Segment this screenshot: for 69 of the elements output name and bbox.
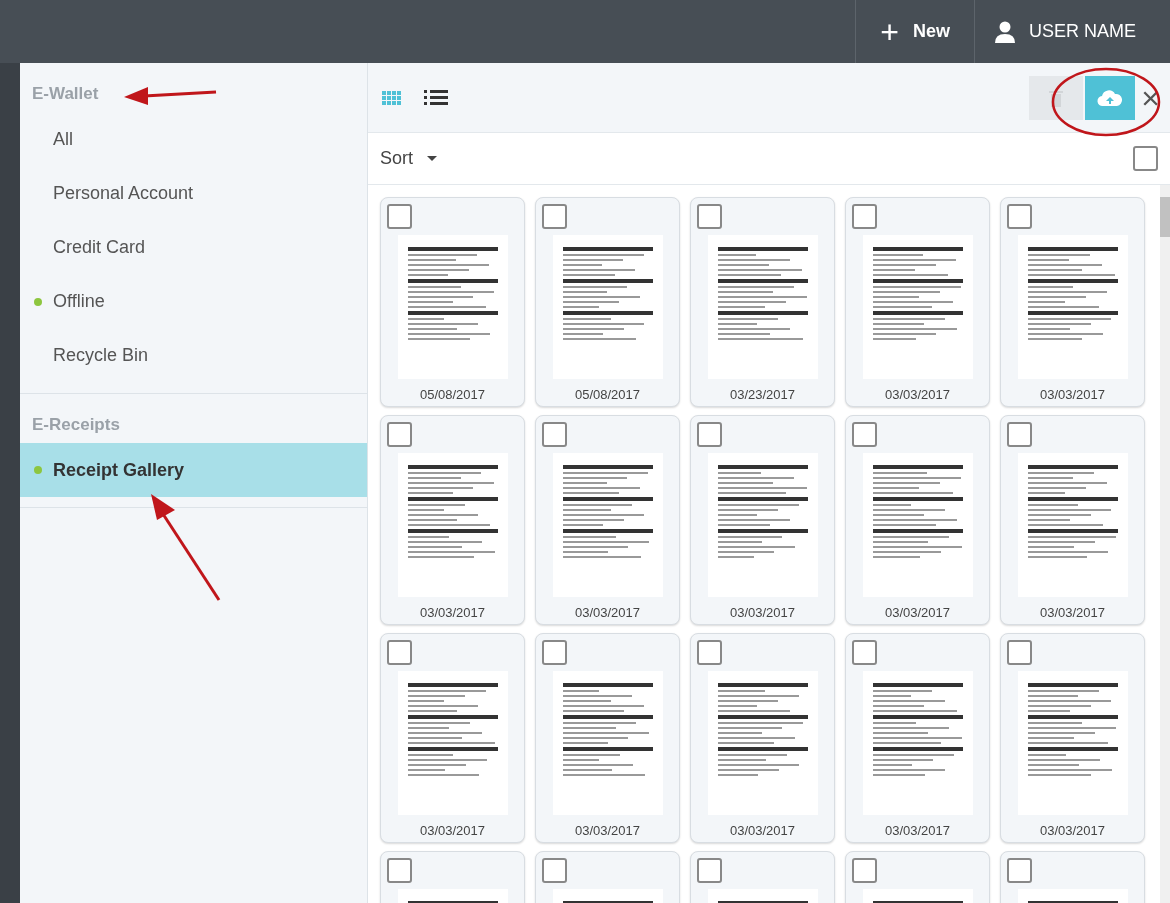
receipt-card[interactable]: 05/08/2017 [535, 197, 680, 407]
receipt-card[interactable]: 03/03/2017 [845, 197, 990, 407]
receipt-card[interactable]: 03/03/2017 [1000, 415, 1145, 625]
receipt-card[interactable]: 05/08/2017 [380, 197, 525, 407]
receipt-date: 03/23/2017 [729, 386, 796, 404]
receipt-checkbox[interactable] [852, 640, 877, 665]
receipt-date: 03/03/2017 [574, 604, 641, 622]
receipt-date: 03/03/2017 [1039, 604, 1106, 622]
receipt-date: 03/03/2017 [419, 822, 486, 840]
receipt-checkbox[interactable] [697, 204, 722, 229]
receipt-card[interactable]: 03/03/2017 [380, 633, 525, 843]
receipt-card[interactable]: 03/03/2017 [1000, 197, 1145, 407]
receipt-checkbox[interactable] [1007, 204, 1032, 229]
receipt-checkbox[interactable] [387, 858, 412, 883]
receipt-date: 03/03/2017 [884, 386, 951, 404]
receipt-date: 03/03/2017 [1039, 386, 1106, 404]
receipt-card[interactable]: 03/03/2017 [380, 415, 525, 625]
receipt-date: 03/03/2017 [884, 822, 951, 840]
plus-icon: + [880, 7, 899, 56]
scrollbar[interactable] [1160, 185, 1170, 903]
trash-icon [1048, 88, 1065, 107]
sidebar-item[interactable]: Recycle Bin [20, 328, 367, 383]
receipt-date: 05/08/2017 [574, 386, 641, 404]
receipt-checkbox[interactable] [1007, 858, 1032, 883]
section-title: E-Receipts [31, 413, 121, 436]
receipt-date: 03/03/2017 [1039, 822, 1106, 840]
receipt-card[interactable]: 03/03/2017 [690, 633, 835, 843]
receipt-checkbox[interactable] [697, 422, 722, 447]
receipt-card[interactable]: 03/03/2017 [690, 415, 835, 625]
receipt-card[interactable]: 03/03/2017 [535, 415, 680, 625]
receipt-checkbox[interactable] [852, 422, 877, 447]
close-button[interactable]: × [1135, 81, 1160, 114]
receipt-card[interactable]: 03/03/2017 [1000, 633, 1145, 843]
receipt-checkbox[interactable] [852, 858, 877, 883]
receipt-checkbox[interactable] [697, 640, 722, 665]
receipt-checkbox[interactable] [697, 858, 722, 883]
receipt-card[interactable]: 03/03/2017 [535, 633, 680, 843]
receipt-checkbox[interactable] [387, 640, 412, 665]
receipt-card[interactable]: 03/23/2017 [690, 197, 835, 407]
sidebar-item[interactable]: Personal Account [20, 166, 367, 221]
receipt-date: 03/03/2017 [729, 604, 796, 622]
receipt-date: 03/03/2017 [574, 822, 641, 840]
receipt-checkbox[interactable] [542, 858, 567, 883]
user-icon [995, 20, 1015, 43]
receipt-checkbox[interactable] [542, 422, 567, 447]
sort-dropdown[interactable]: Sort [380, 145, 437, 172]
list-icon [424, 90, 448, 105]
receipt-checkbox[interactable] [542, 640, 567, 665]
receipt-checkbox[interactable] [1007, 422, 1032, 447]
receipt-card[interactable]: 03/03/2017 [845, 415, 990, 625]
receipt-checkbox[interactable] [1007, 640, 1032, 665]
receipt-card[interactable]: 03/03/2017 [845, 633, 990, 843]
cloud-upload-icon [1097, 88, 1124, 107]
sidebar-item[interactable]: Credit Card [20, 220, 367, 275]
sidebar-item[interactable]: All [20, 112, 367, 167]
receipt-checkbox[interactable] [387, 204, 412, 229]
select-all-checkbox[interactable] [1133, 146, 1158, 171]
receipt-checkbox[interactable] [542, 204, 567, 229]
receipt-checkbox[interactable] [852, 204, 877, 229]
receipt-date: 05/08/2017 [419, 386, 486, 404]
receipt-date: 03/03/2017 [884, 604, 951, 622]
sidebar-item[interactable]: Offline [20, 274, 367, 329]
grid-icon [382, 90, 402, 105]
sidebar-item[interactable]: Receipt Gallery [20, 443, 367, 497]
receipt-checkbox[interactable] [387, 422, 412, 447]
caret-icon [427, 156, 437, 161]
section-title: E-Wallet [31, 83, 100, 105]
receipt-date: 03/03/2017 [729, 822, 796, 840]
receipt-date: 03/03/2017 [419, 604, 486, 622]
